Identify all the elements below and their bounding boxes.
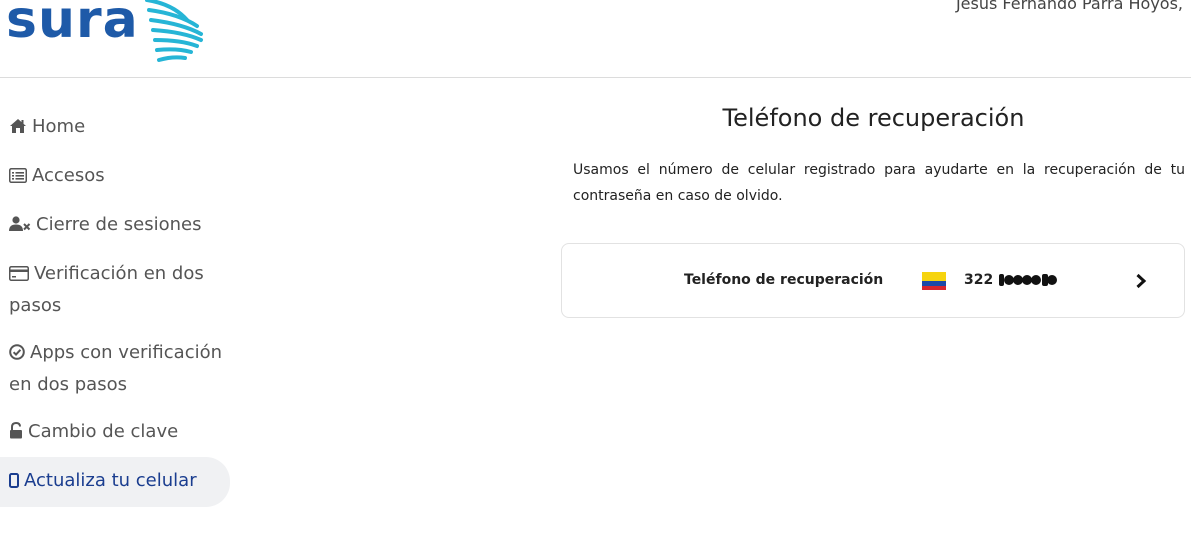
page-title: Teléfono de recuperación [722,104,1025,132]
sura-logo[interactable]: sura [6,0,205,66]
user-times-icon [9,212,31,242]
sidebar-item-apps-verificacion[interactable]: Apps con verificación en dos pasos [0,338,230,400]
sidebar-item-label: Verificación en dos pasos [9,263,204,316]
check-circle-icon [9,340,25,370]
mobile-icon [9,468,19,498]
sidebar-item-verificacion-dos-pasos[interactable]: Verificación en dos pasos [0,259,230,321]
masked-digits-icon [999,274,1058,286]
recovery-phone-card[interactable]: Teléfono de recuperación 322 [561,243,1185,318]
sidebar-item-cambio-clave[interactable]: Cambio de clave [0,417,230,449]
sidebar-item-home[interactable]: Home [0,112,230,144]
page-description: Usamos el número de celular registrado p… [573,162,1185,204]
sidebar-item-label: Home [32,116,86,137]
phone-prefix: 322 [964,272,994,288]
wing-logo-icon [144,0,203,62]
sidebar-item-label: Cierre de sesiones [36,214,202,235]
username[interactable]: Jesus Fernando Parra Hoyos, [956,0,1183,13]
list-icon [9,163,27,193]
sidebar-item-accesos[interactable]: Accesos [0,161,230,193]
sidebar-item-label: Apps con verificación en dos pasos [9,342,223,395]
colombia-flag-icon [922,272,946,290]
unlock-icon [9,419,23,449]
logo-text: sura [6,0,139,50]
card-label: Teléfono de recuperación [684,272,884,288]
sidebar-item-actualiza-celular[interactable]: Actualiza tu celular [0,457,230,507]
home-icon [9,114,27,144]
credit-card-icon [9,261,29,291]
sidebar-nav: Home Accesos Cierre de sesiones Verifica… [0,103,230,507]
header: sura Jesus Fernando Parra Hoyos, [0,0,1191,78]
sidebar-item-label: Cambio de clave [28,421,179,442]
sidebar-item-label: Actualiza tu celular [24,470,197,491]
chevron-right-icon[interactable] [1135,273,1147,289]
sidebar-item-label: Accesos [32,165,105,186]
sidebar-item-cierre-sesiones[interactable]: Cierre de sesiones [0,210,230,242]
phone-number: 322 [964,272,1058,288]
